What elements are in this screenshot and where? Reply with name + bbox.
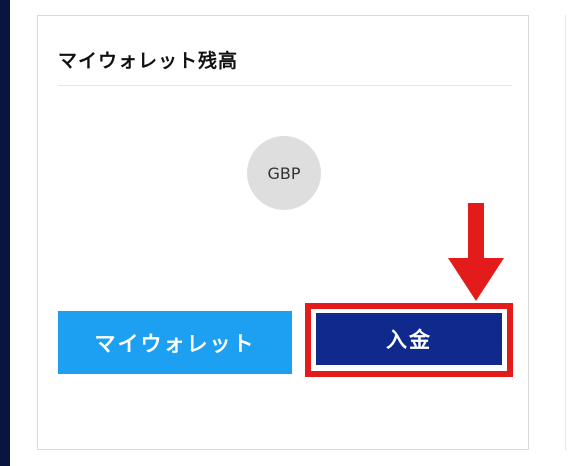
my-wallet-button-label: マイウォレット <box>94 331 256 356</box>
adjacent-card-edge <box>565 15 566 450</box>
currency-code: GBP <box>267 163 301 183</box>
down-arrow-icon <box>448 203 504 301</box>
card-title: マイウォレット残高 <box>58 50 239 72</box>
sidebar-edge <box>0 0 10 466</box>
deposit-button[interactable]: 入金 <box>316 313 502 365</box>
my-wallet-button[interactable]: マイウォレット <box>58 311 292 374</box>
deposit-button-label: 入金 <box>386 328 432 352</box>
divider <box>58 85 512 86</box>
currency-badge: GBP <box>247 136 321 210</box>
